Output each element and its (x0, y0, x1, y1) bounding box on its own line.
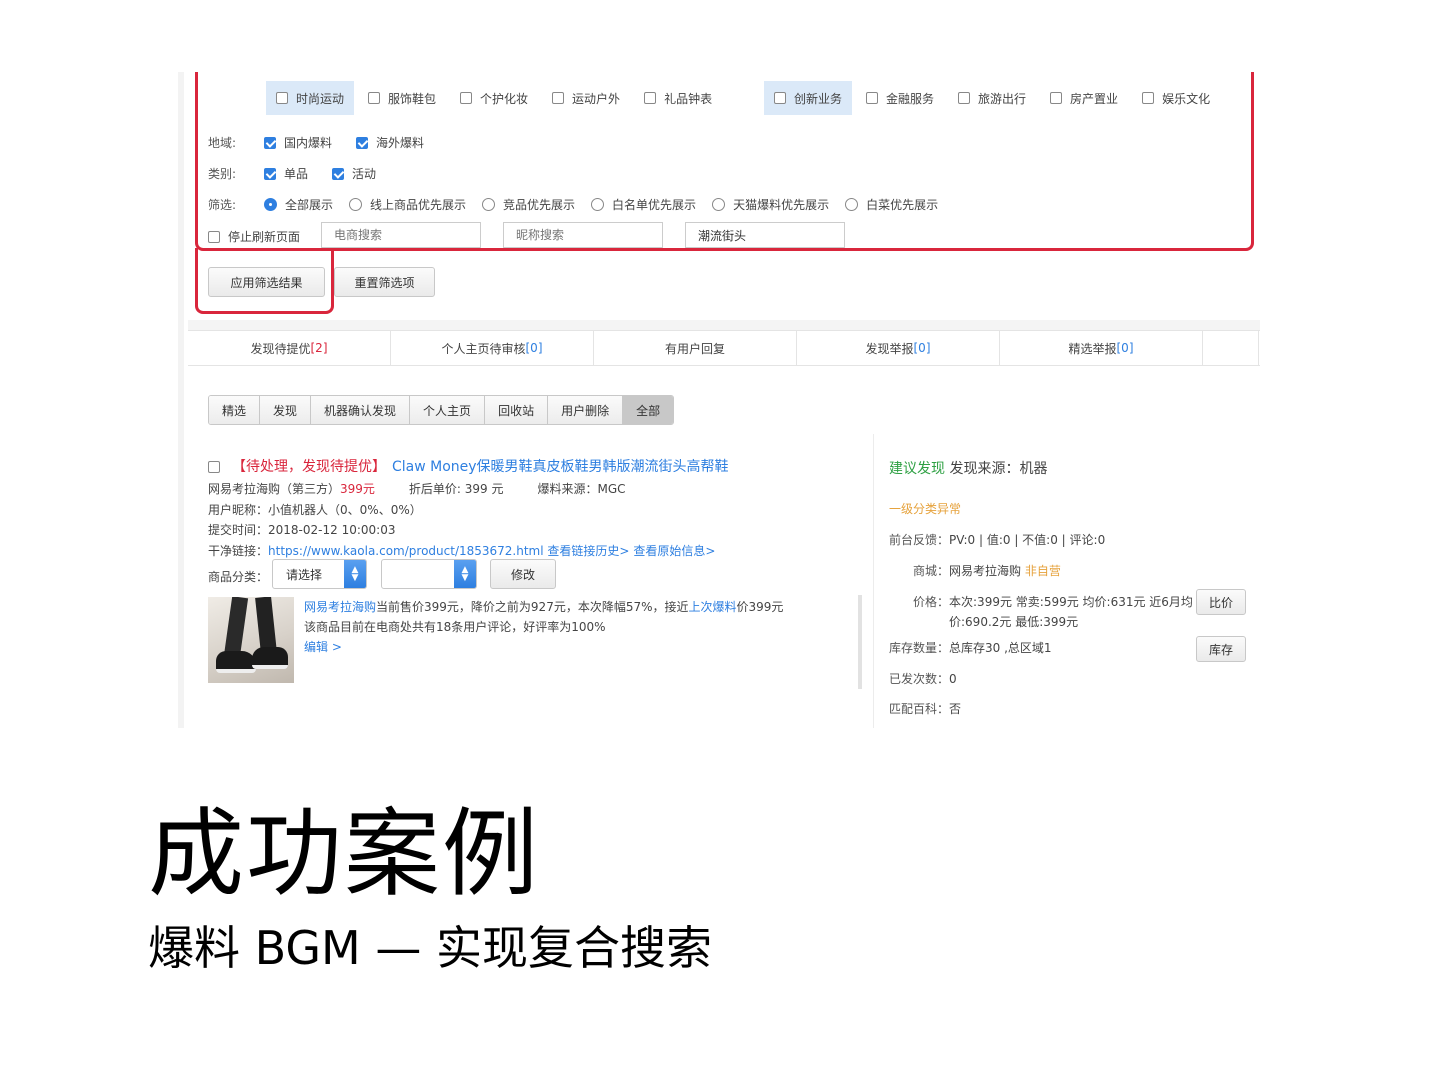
queue-tab-count: [2] (310, 341, 328, 355)
item-title-line: 【待处理，发现待提优】 Claw Money保暖男鞋真皮板鞋男韩版潮流街头高帮鞋 (208, 456, 729, 476)
highlight-frame-apply (195, 248, 334, 314)
slide-title: 成功案例 (148, 798, 540, 910)
warning-label: 一级分类异常 (889, 502, 962, 516)
desc-text-1: 当前售价399元，降价之前为927元，本次降幅57%，接近 (376, 600, 689, 614)
mall-tag: 非自营 (1024, 564, 1061, 578)
stock-line: 库存数量：总库存30 ,总区域1 (889, 641, 1052, 655)
compare-price-button[interactable]: 比价 (1196, 589, 1246, 615)
wiki-line: 匹配百科：否 (889, 702, 962, 716)
item-user-line: 用户昵称：小值机器人（0、0%、0%） (208, 501, 422, 518)
queue-tab-label: 精选举报 (1068, 341, 1117, 356)
category-label: 商品分类： (208, 570, 269, 584)
edit-link[interactable]: 编辑 > (304, 637, 783, 657)
link-history-link[interactable]: 查看链接历史> (547, 544, 629, 558)
item-merchant: 网易考拉海购（第三方） (208, 482, 341, 496)
view-segment-control: 精选 发现 机器确认发现 个人主页 回收站 用户删除 全部 (208, 395, 675, 425)
queue-tab-label: 个人主页待审核 (441, 341, 526, 356)
item-discount-price: 折后单价: 399 元 (408, 482, 504, 496)
item-price-line: 网易考拉海购（第三方）399元 折后单价: 399 元 爆料来源：MGC (208, 480, 626, 497)
queue-tab-label: 发现举报 (865, 341, 914, 356)
submit-label: 提交时间： (208, 523, 269, 537)
source-label: 发现来源：机器 (949, 461, 1048, 477)
checkbox-icon (208, 461, 220, 473)
queue-tab-count: [0] (913, 341, 931, 355)
select-arrow-icon: ▲ ▼ (344, 560, 366, 588)
view-segment[interactable]: 精选 (209, 396, 261, 424)
view-segment[interactable]: 个人主页 (410, 396, 486, 424)
queue-tab[interactable]: 发现待提优 [2] (188, 331, 391, 365)
price-line: 价格：本次:399元 常卖:599元 均价:631元 近6月均 (913, 595, 1193, 609)
submit-value: 2018-02-12 10:00:03 (268, 523, 396, 537)
queue-tab[interactable]: 精选举报 [0] (1000, 331, 1203, 365)
item-title-link[interactable]: Claw Money保暖男鞋真皮板鞋男韩版潮流街头高帮鞋 (392, 459, 729, 475)
scrollbar[interactable] (858, 595, 862, 689)
category-select-value: 请选择 (286, 567, 323, 582)
view-segment[interactable]: 回收站 (485, 396, 549, 424)
link-label: 干净链接： (208, 544, 269, 558)
category-select-secondary[interactable]: ▲ ▼ (381, 559, 477, 589)
review-summary: 该商品目前在电商处共有18条用户评论，好评率为100% (304, 620, 606, 634)
link-origin-link[interactable]: 查看原始信息> (633, 544, 715, 558)
category-select-primary[interactable]: 请选择 ▲ ▼ (272, 559, 367, 589)
view-segment[interactable]: 全部 (623, 396, 674, 424)
queue-tab-label: 有用户回复 (664, 341, 725, 356)
item-select-checkbox[interactable] (208, 461, 228, 473)
reset-filter-button[interactable]: 重置筛选项 (334, 267, 435, 297)
queue-tab[interactable]: 有用户回复 (594, 331, 797, 365)
left-rule (178, 72, 184, 728)
item-source: 爆料来源：MGC (537, 482, 626, 496)
mall-line: 商城：网易考拉海购 非自营 (913, 564, 1061, 578)
item-submit-line: 提交时间：2018-02-12 10:00:03 (208, 521, 395, 538)
stock-button[interactable]: 库存 (1196, 636, 1246, 662)
highlight-frame-filters (195, 72, 1254, 251)
queue-tab-count: [0] (525, 341, 543, 355)
suggest-label: 建议发现 (889, 461, 945, 477)
view-segment[interactable]: 机器确认发现 (311, 396, 411, 424)
price-history-desc: 网易考拉海购当前售价399元，降价之前为927元，本次降幅57%，接近上次爆料价… (304, 597, 783, 657)
queue-tabs: 发现待提优 [2] 个人主页待审核 [0] 有用户回复 发现举报 [0] 精选举报 [0] (188, 330, 1260, 366)
product-thumbnail[interactable] (208, 597, 294, 683)
slide-subtitle: 爆料 BGM — 实现复合搜索 (148, 921, 712, 975)
last-deal-link[interactable]: 上次爆料 (689, 600, 737, 614)
user-label: 用户昵称： (208, 503, 269, 517)
item-price: 399元 (340, 482, 375, 496)
view-segment[interactable]: 发现 (260, 396, 312, 424)
modify-category-button[interactable]: 修改 (490, 559, 556, 589)
column-divider (873, 434, 874, 728)
feedback-line: 前台反馈：PV:0 | 值:0 | 不值:0 | 评论:0 (889, 533, 1106, 547)
suggest-line: 建议发现 发现来源：机器 (889, 458, 1047, 478)
sent-line: 已发次数：0 (889, 672, 957, 686)
queue-tab-count: [0] (1116, 341, 1134, 355)
queue-tab-spacer (1203, 331, 1259, 365)
price-line-2: 价:690.2元 最低:399元 (949, 615, 1079, 629)
item-link-line: 干净链接：https://www.kaola.com/product/18536… (208, 542, 715, 559)
view-segment[interactable]: 用户删除 (548, 396, 624, 424)
queue-tab[interactable]: 发现举报 [0] (797, 331, 1000, 365)
item-status: 【待处理，发现待提优】 (232, 459, 386, 475)
desc-merchant-link[interactable]: 网易考拉海购 (304, 600, 376, 614)
clean-link[interactable]: https://www.kaola.com/product/1853672.ht… (268, 544, 544, 558)
queue-tab[interactable]: 个人主页待审核 [0] (391, 331, 594, 365)
queue-tab-label: 发现待提优 (250, 341, 311, 356)
select-arrow-icon: ▲ ▼ (454, 560, 476, 588)
screenshot-panel: 时尚运动 服饰鞋包 个护化妆 运动户外 礼品钟表 创新业务 金融服务 旅游出行 房产置业 娱乐文… (178, 72, 1260, 728)
section-divider (188, 320, 1260, 330)
user-value: 小值机器人（0、0%、0%） (268, 503, 422, 517)
desc-text-2: 价399元 (736, 600, 784, 614)
